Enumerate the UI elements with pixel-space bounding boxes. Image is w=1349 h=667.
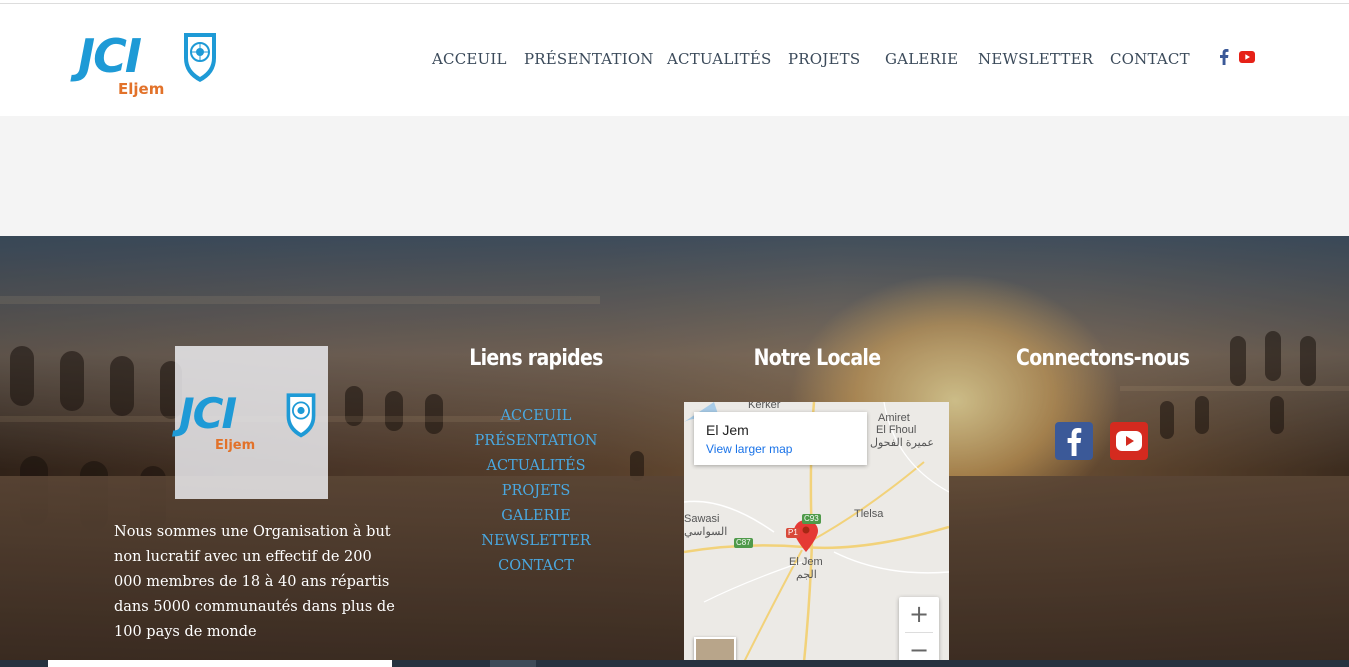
facebook-icon (1067, 428, 1082, 456)
footer-logo-subtitle: Eljem (215, 438, 256, 453)
view-larger-map-link[interactable]: View larger map (706, 442, 792, 456)
shield-emblem-icon (286, 393, 316, 438)
footer-link-presentation[interactable]: PRÉSENTATION (446, 429, 626, 454)
footer-link-actualites[interactable]: ACTUALITÉS (446, 454, 626, 479)
map-satellite-toggle[interactable] (694, 637, 736, 660)
nav-item-galerie[interactable]: GALERIE (885, 50, 958, 68)
map-label-sawasi-ar: السواسي (684, 526, 728, 538)
nav-item-newsletter[interactable]: NEWSLETTER (978, 50, 1093, 68)
footer-link-contact[interactable]: CONTACT (446, 554, 626, 579)
nav-item-actualites[interactable]: ACTUALITÉS (667, 50, 771, 68)
quick-links-title: Liens rapides (469, 346, 603, 371)
site-header: JCI Eljem ACCEUIL PRÉSENTATION ACTUALITÉ… (0, 4, 1349, 116)
location-title: Notre Locale (753, 346, 881, 371)
bottom-bar (0, 660, 1349, 667)
map-label-amiret-ar: عميرة الفحول (870, 437, 934, 449)
zoom-out-button[interactable]: − (899, 633, 939, 660)
quick-links-list: ACCEUIL PRÉSENTATION ACTUALITÉS PROJETS … (446, 404, 626, 579)
map-label-el-fhoul: El Fhoul (876, 424, 917, 436)
footer-link-galerie[interactable]: GALERIE (446, 504, 626, 529)
zoom-in-button[interactable]: + (899, 597, 939, 632)
road-badge-c93: C93 (802, 514, 821, 524)
map-label-sawasi: Sawasi (684, 513, 720, 525)
footer-link-projets[interactable]: PROJETS (446, 479, 626, 504)
road-badge-c87: C87 (734, 538, 753, 548)
road-badge-p1: P1 (786, 528, 800, 538)
map-place-name: El Jem (706, 422, 749, 438)
logo-subtitle: Eljem (118, 80, 165, 98)
map-zoom-controls: + − (899, 597, 939, 660)
main-nav: ACCEUIL PRÉSENTATION ACTUALITÉS PROJETS … (0, 50, 1349, 74)
bottom-bar-button[interactable] (490, 660, 536, 667)
footer-logo-text: JCI (179, 389, 237, 438)
youtube-icon (1116, 431, 1142, 451)
map-label-amiret: Amiret (878, 412, 910, 424)
content-area (0, 116, 1349, 236)
facebook-icon[interactable] (1219, 49, 1229, 65)
about-text: Nous sommes une Organisation à but non l… (114, 524, 395, 640)
map-label-tlelsa: Tlelsa (854, 508, 884, 520)
footer-facebook-button[interactable] (1055, 422, 1093, 460)
nav-item-projets[interactable]: PROJETS (788, 50, 860, 68)
connect-title: Connectons-nous (1016, 346, 1190, 371)
map-label-el-jem-ar: الجم (796, 569, 817, 581)
nav-item-presentation[interactable]: PRÉSENTATION (524, 50, 654, 68)
map-label-kerker: Kerker (748, 402, 781, 411)
map-label-el-jem: El Jem (789, 556, 823, 568)
map-info-card: El Jem View larger map (694, 412, 867, 465)
google-map[interactable]: Kerker Amiret El Fhoul عميرة الفحول Sawa… (684, 402, 949, 660)
footer-link-newsletter[interactable]: NEWSLETTER (446, 529, 626, 554)
site-footer: JCI Eljem Nous sommes une Organisation à… (0, 236, 1349, 660)
footer-logo: JCI Eljem (175, 346, 328, 499)
bottom-bar-input[interactable] (48, 660, 392, 667)
nav-item-acceuil[interactable]: ACCEUIL (432, 50, 507, 68)
nav-item-contact[interactable]: CONTACT (1110, 50, 1190, 68)
footer-link-acceuil[interactable]: ACCEUIL (446, 404, 626, 429)
youtube-icon[interactable] (1239, 51, 1255, 64)
footer-youtube-button[interactable] (1110, 422, 1148, 460)
